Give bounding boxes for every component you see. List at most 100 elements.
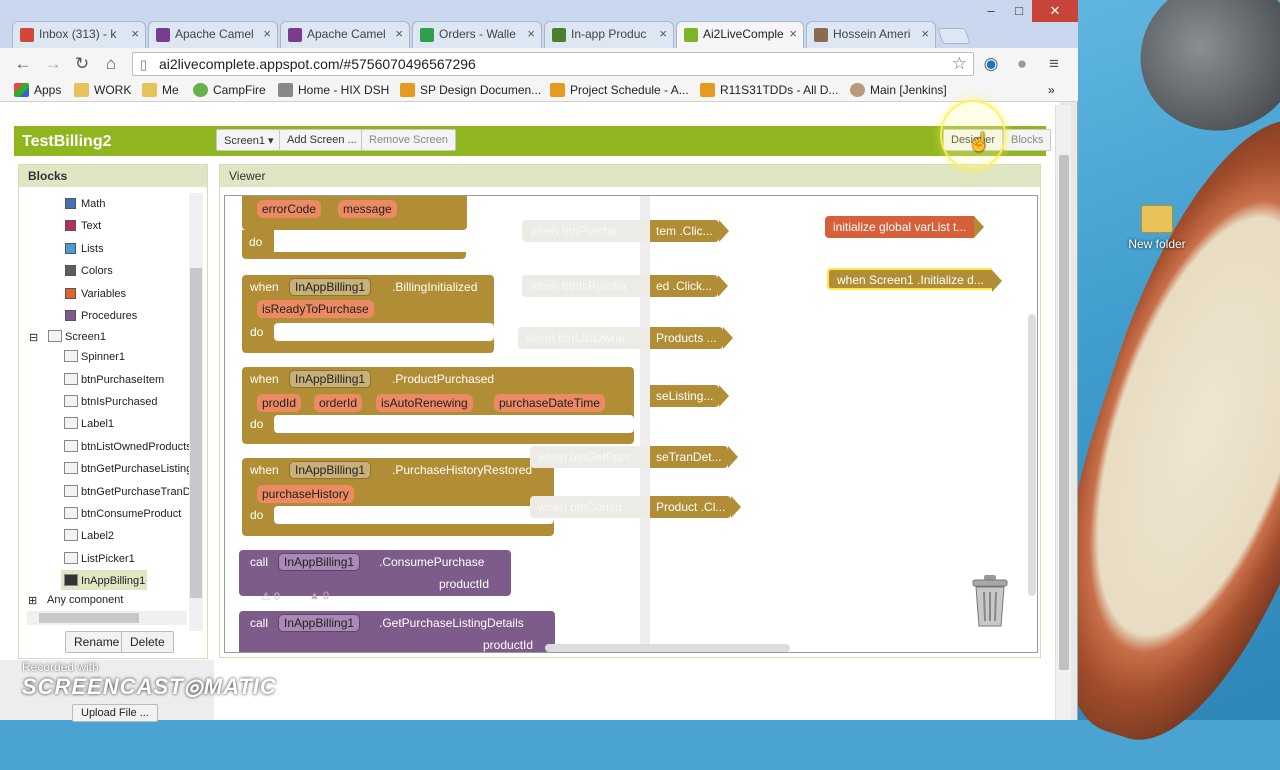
component-btngetpurchaselisting[interactable]: btnGetPurchaseListing (81, 463, 189, 475)
home-icon[interactable]: ⌂ (100, 53, 122, 75)
component-btnispurchased[interactable]: btnIsPurchased (64, 395, 157, 408)
component-dropdown[interactable]: InAppBilling1 (278, 614, 361, 632)
close-tab-icon[interactable]: × (527, 26, 535, 41)
extension-globe-icon[interactable]: ◉ (980, 53, 1002, 75)
page-scrollbar[interactable] (1055, 105, 1071, 720)
do-slot (274, 415, 634, 433)
component-label1[interactable]: Label1 (64, 417, 114, 430)
collapsed-block-btnconsumeproduct[interactable]: Product .Cl... (650, 496, 742, 518)
add-screen-button[interactable]: Add Screen ... (279, 129, 365, 151)
component-btngetpurchasetrand[interactable]: btnGetPurchaseTranD (81, 486, 189, 498)
bookmark-sp-design[interactable]: SP Design Documen... (400, 83, 541, 97)
component-btnpurchaseitem[interactable]: btnPurchaseItem (64, 373, 164, 386)
component-btnlistownedproducts[interactable]: btnListOwnedProducts (81, 441, 189, 453)
tree-scrollbar[interactable] (189, 193, 203, 631)
component-btnconsumeproduct[interactable]: btnConsumeProduct (64, 507, 181, 520)
component-spinner1[interactable]: Spinner1 (64, 350, 125, 363)
component-dropdown[interactable]: InAppBilling1 (289, 278, 372, 296)
tree-scrollbar-thumb[interactable] (190, 268, 202, 598)
rename-button[interactable]: Rename (65, 631, 129, 653)
tree-hscrollbar[interactable] (27, 611, 187, 625)
bookmark-me[interactable]: Me (142, 83, 179, 97)
button-icon (64, 395, 78, 407)
collapsed-block-btnpurchaseitem[interactable]: tem .Clic... (650, 220, 729, 242)
warning-icon[interactable]: ⚠ 0 (261, 590, 280, 603)
reload-icon[interactable]: ↻ (71, 53, 93, 75)
bookmarks-more[interactable]: » (1030, 83, 1055, 97)
browser-tab[interactable]: Apache Camel × (148, 21, 278, 48)
component-listpicker1[interactable]: ListPicker1 (64, 552, 135, 565)
menu-icon[interactable]: ≡ (1043, 53, 1065, 75)
collapsed-block-btngetpurchasetrandet[interactable]: seTranDet... (650, 446, 738, 468)
builtin-colors[interactable]: Colors (65, 265, 113, 277)
event-block-history-restored[interactable]: when InAppBilling1 .PurchaseHistoryResto… (242, 458, 554, 536)
new-tab-button[interactable] (937, 28, 971, 44)
address-bar[interactable]: ▯ ai2livecomplete.appspot.com/#575607049… (132, 52, 974, 76)
browser-tab[interactable]: Orders - Walle × (412, 21, 542, 48)
back-icon[interactable]: ← (12, 53, 34, 75)
bookmark-jenkins[interactable]: Main [Jenkins] (850, 83, 947, 97)
browser-tab[interactable]: Inbox (313) - k × (12, 21, 146, 48)
workspace-hscrollbar[interactable] (545, 644, 790, 652)
bookmark-work[interactable]: WORK (74, 83, 131, 97)
bookmark-home[interactable]: Home - HIX DSH (278, 83, 389, 97)
any-component[interactable]: Any component (47, 594, 123, 606)
close-tab-icon[interactable]: × (789, 26, 797, 41)
close-tab-icon[interactable]: × (921, 26, 929, 41)
close-window-button[interactable]: ✕ (1032, 0, 1078, 22)
bookmark-r11s31[interactable]: R11S31TDDs - All D... (700, 83, 838, 97)
bookmark-campfire[interactable]: CampFire (193, 83, 266, 97)
upload-file-button[interactable]: Upload File ... (72, 704, 158, 722)
forward-icon[interactable]: → (42, 53, 64, 75)
method-block-listing-details[interactable]: call InAppBilling1 .GetPurchaseListingDe… (239, 611, 555, 652)
collapse-screen-icon[interactable]: ⊟ (29, 331, 38, 344)
component-dropdown[interactable]: InAppBilling1 (278, 553, 361, 571)
event-block-billing-error[interactable]: errorCode message (242, 196, 467, 230)
collapsed-block-btnlistownedproducts[interactable]: Products ... (650, 327, 733, 349)
trash-icon[interactable] (970, 574, 1010, 629)
global-variable-block[interactable]: initialize global varList t... (825, 216, 985, 238)
extension-icon[interactable]: ● (1011, 53, 1033, 75)
collapsed-block-btngetpurchaselisting[interactable]: seListing... (650, 385, 730, 407)
maximize-button[interactable]: □ (1006, 0, 1032, 22)
bookmark-project-schedule[interactable]: Project Schedule - A... (550, 83, 689, 97)
browser-tab[interactable]: Apache Camel × (280, 21, 410, 48)
browser-tab[interactable]: In-app Produc × (544, 21, 674, 48)
close-tab-icon[interactable]: × (395, 26, 403, 41)
apps-icon (14, 83, 29, 97)
close-tab-icon[interactable]: × (263, 26, 271, 41)
component-dropdown[interactable]: InAppBilling1 (289, 370, 372, 388)
builtin-lists[interactable]: Lists (65, 243, 104, 255)
expand-any-component-icon[interactable]: ⊞ (28, 594, 37, 607)
close-tab-icon[interactable]: × (131, 26, 139, 41)
event-block-product-purchased[interactable]: when InAppBilling1 .ProductPurchased pro… (242, 367, 634, 444)
gmail-icon (20, 28, 34, 42)
remove-screen-button[interactable]: Remove Screen (361, 129, 456, 151)
tree-screen1[interactable]: Screen1 (48, 330, 106, 343)
component-label2[interactable]: Label2 (64, 529, 114, 542)
desktop-folder[interactable]: New folder (1122, 205, 1192, 251)
screen-initialize-block[interactable]: when Screen1 .Initialize d... (827, 268, 1002, 292)
page-scrollbar-thumb[interactable] (1059, 155, 1069, 670)
builtin-text[interactable]: Text (65, 220, 101, 232)
screen-selector[interactable]: Screen1 ▾ (216, 129, 282, 151)
builtin-math[interactable]: Math (65, 198, 105, 210)
event-block-billing-initialized[interactable]: when InAppBilling1 .BillingInitialized i… (242, 275, 494, 353)
minimize-button[interactable]: – (978, 0, 1004, 22)
star-icon[interactable]: ☆ (952, 54, 967, 74)
builtin-procedures[interactable]: Procedures (65, 310, 137, 322)
tree-hscrollbar-thumb[interactable] (39, 613, 139, 623)
blocks-button[interactable]: Blocks (1003, 129, 1052, 151)
blocks-workspace[interactable]: errorCode message do when InAppBilling1 … (224, 195, 1038, 653)
bookmark-apps[interactable]: Apps (14, 83, 61, 97)
component-inappbilling1[interactable]: InAppBilling1 (64, 574, 145, 587)
collapsed-block-btnispurchased[interactable]: ed .Click... (650, 275, 729, 297)
close-tab-icon[interactable]: × (659, 26, 667, 41)
builtin-variables[interactable]: Variables (65, 288, 126, 300)
delete-button[interactable]: Delete (121, 631, 174, 653)
component-dropdown[interactable]: InAppBilling1 (289, 461, 372, 479)
error-icon[interactable]: ▲ 0 (309, 590, 329, 602)
browser-tab[interactable]: Hossein Ameri × (806, 21, 936, 48)
workspace-vscrollbar[interactable] (1028, 314, 1036, 596)
browser-tab-active[interactable]: Ai2LiveComple × (676, 21, 804, 48)
